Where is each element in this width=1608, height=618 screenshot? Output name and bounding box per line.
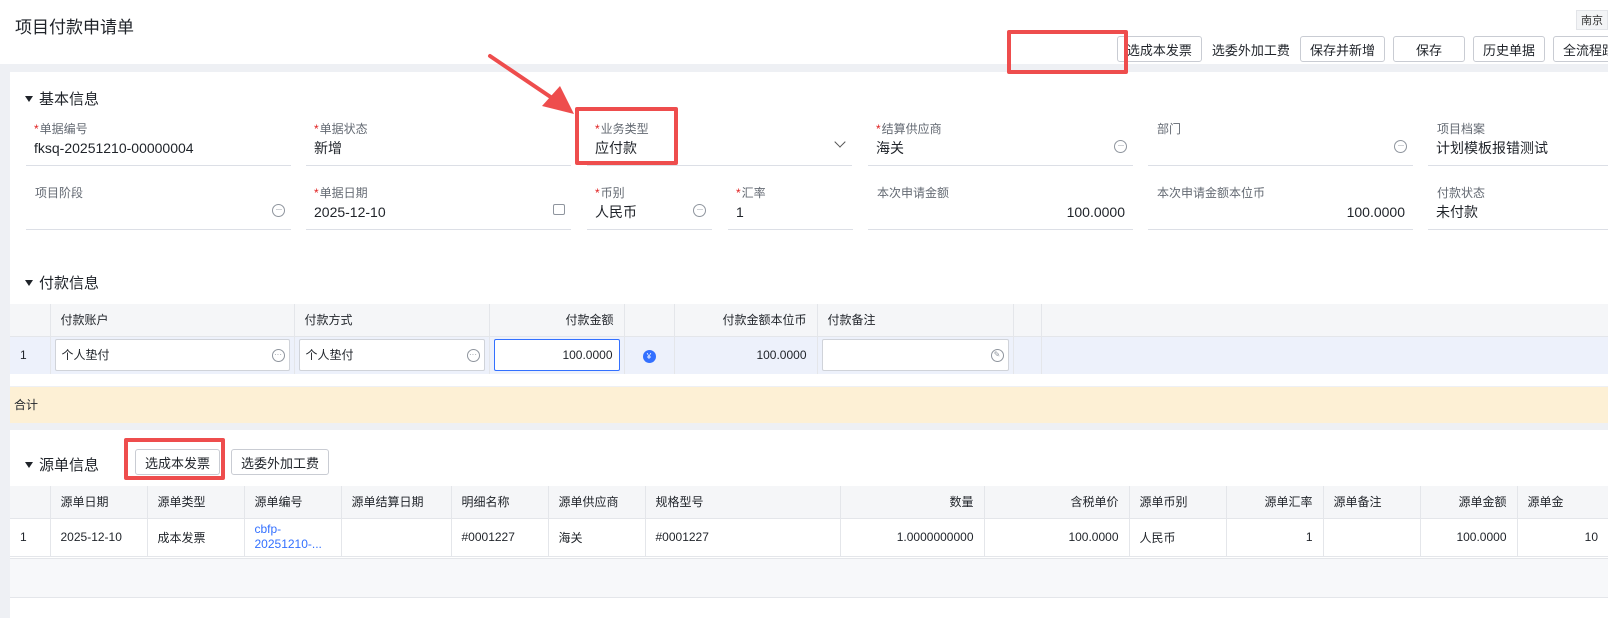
field-apply-amount-base[interactable]: 本次申请金额本位币 100.0000	[1148, 184, 1413, 230]
source-select-outsourcing-fee-button[interactable]: 选委外加工费	[231, 449, 330, 475]
arrow-annotation-icon	[488, 54, 574, 114]
total-row: 合计	[10, 387, 1608, 423]
column-header: 付款金额本位币	[674, 304, 818, 337]
select-outsourcing-fee-button[interactable]: 选委外加工费	[1209, 36, 1292, 62]
column-header: 源单金	[1517, 486, 1608, 519]
column-header: 规格型号	[645, 486, 841, 519]
field-exchange-rate[interactable]: *汇率 1	[728, 184, 853, 230]
toolbar: 选成本发票 选委外加工费 保存并新增 保存 历史单据 全流程跟踪	[1116, 36, 1608, 62]
more-dots-icon[interactable]: ···	[1394, 140, 1407, 153]
select-cost-invoice-button[interactable]: 选成本发票	[1116, 36, 1202, 62]
column-header: 付款备注	[817, 304, 1014, 337]
field-business-type[interactable]: *业务类型 应付款	[587, 120, 852, 166]
source-code-link[interactable]: cbfp- 20251210-...	[244, 518, 342, 556]
column-header: 源单汇率	[1226, 486, 1324, 519]
payment-amount-input[interactable]: 100.0000	[493, 339, 620, 372]
column-header: 源单供应商	[548, 486, 646, 519]
field-project-archive[interactable]: 项目档案 计划模板报错测试	[1428, 120, 1608, 166]
column-header: 源单结算日期	[341, 486, 452, 519]
more-dots-icon[interactable]: ···	[272, 204, 285, 217]
calendar-icon[interactable]	[553, 204, 565, 215]
field-currency[interactable]: *币别 人民币 ···	[587, 184, 712, 230]
more-dots-icon[interactable]: ···	[466, 349, 480, 363]
field-settle-supplier[interactable]: *结算供应商 海关 ···	[868, 120, 1133, 166]
payment-info-section-title[interactable]: 付款信息	[25, 272, 99, 293]
field-department[interactable]: 部门 ···	[1148, 120, 1413, 166]
caret-down-icon	[25, 461, 33, 468]
column-header: 源单金额	[1420, 486, 1518, 519]
more-dots-icon[interactable]: ···	[693, 204, 706, 217]
source-info-section-title[interactable]: 源单信息	[25, 454, 99, 475]
save-button[interactable]: 保存	[1392, 36, 1465, 62]
table-header-row: 付款账户 付款方式 付款金额 付款金额本位币 付款备注	[10, 304, 1608, 337]
payment-account-input[interactable]: 个人垫付 ···	[54, 339, 290, 372]
page-header: 项目付款申请单 南京 选成本发票 选委外加工费 保存并新增 保存 历史单据 全流…	[0, 0, 1608, 64]
column-header: 付款金额	[489, 304, 625, 337]
payment-amount-base-cell: 100.0000	[674, 336, 818, 374]
field-project-stage[interactable]: 项目阶段 ···	[26, 184, 291, 230]
table-empty-area	[10, 558, 1608, 598]
caret-down-icon	[25, 279, 33, 286]
column-header: 源单日期	[50, 486, 148, 519]
field-doc-status[interactable]: *单据状态 新增	[306, 120, 571, 166]
column-header: 源单类型	[147, 486, 245, 519]
source-select-cost-invoice-button[interactable]: 选成本发票	[135, 449, 221, 475]
column-header: 付款方式	[294, 304, 490, 337]
table-row[interactable]: 1 个人垫付 ··· 个人垫付 ··· 100.0000 ¥ 100.0000 ✎	[10, 336, 1608, 374]
money-bag-icon[interactable]: ¥	[642, 349, 656, 363]
source-info-card: 源单信息 选成本发票 选委外加工费 源单日期 源单类型 源单编号 源单结算日期 …	[10, 430, 1608, 618]
table-row[interactable]: 1 2025-12-10 成本发票 cbfp- 20251210-... #000…	[10, 518, 1608, 556]
table-header-row: 源单日期 源单类型 源单编号 源单结算日期 明细名称 源单供应商 规格型号 数量…	[10, 486, 1608, 519]
more-dots-icon[interactable]: ···	[1114, 140, 1127, 153]
basic-info-card: 基本信息 *单据编号 fksq-20251210-00000004 *单据状态 …	[10, 72, 1608, 304]
more-dots-icon[interactable]: ···	[271, 349, 285, 363]
payment-method-input[interactable]: 个人垫付 ···	[298, 339, 485, 372]
full-process-trace-button[interactable]: 全流程跟踪	[1552, 36, 1608, 62]
caret-down-icon	[25, 95, 33, 102]
edit-note-icon[interactable]: ✎	[990, 349, 1004, 363]
column-header: 源单币别	[1129, 486, 1227, 519]
payment-note-input[interactable]: ✎	[821, 339, 1009, 372]
source-table: 源单日期 源单类型 源单编号 源单结算日期 明细名称 源单供应商 规格型号 数量…	[10, 486, 1608, 557]
save-and-new-button[interactable]: 保存并新增	[1299, 36, 1385, 62]
field-doc-number[interactable]: *单据编号 fksq-20251210-00000004	[26, 120, 291, 166]
field-payment-status[interactable]: 付款状态 未付款	[1428, 184, 1608, 230]
basic-info-section-title[interactable]: 基本信息	[25, 88, 99, 109]
corner-tag: 南京	[1576, 10, 1608, 30]
field-apply-amount[interactable]: 本次申请金额 100.0000	[868, 184, 1133, 230]
column-header: 含税单价	[984, 486, 1130, 519]
field-doc-date[interactable]: *单据日期 2025-12-10	[306, 184, 571, 230]
column-header: 明细名称	[451, 486, 549, 519]
column-header: 付款账户	[50, 304, 295, 337]
column-header: 源单备注	[1323, 486, 1421, 519]
payment-table: 付款账户 付款方式 付款金额 付款金额本位币 付款备注 1 个人垫付 ··· 个人…	[10, 304, 1608, 374]
page-title: 项目付款申请单	[15, 18, 134, 37]
column-header: 源单编号	[244, 486, 342, 519]
payment-table-wrap: 付款账户 付款方式 付款金额 付款金额本位币 付款备注 1 个人垫付 ··· 个人…	[10, 304, 1608, 386]
column-header: 数量	[840, 486, 985, 519]
history-button[interactable]: 历史单据	[1472, 36, 1545, 62]
